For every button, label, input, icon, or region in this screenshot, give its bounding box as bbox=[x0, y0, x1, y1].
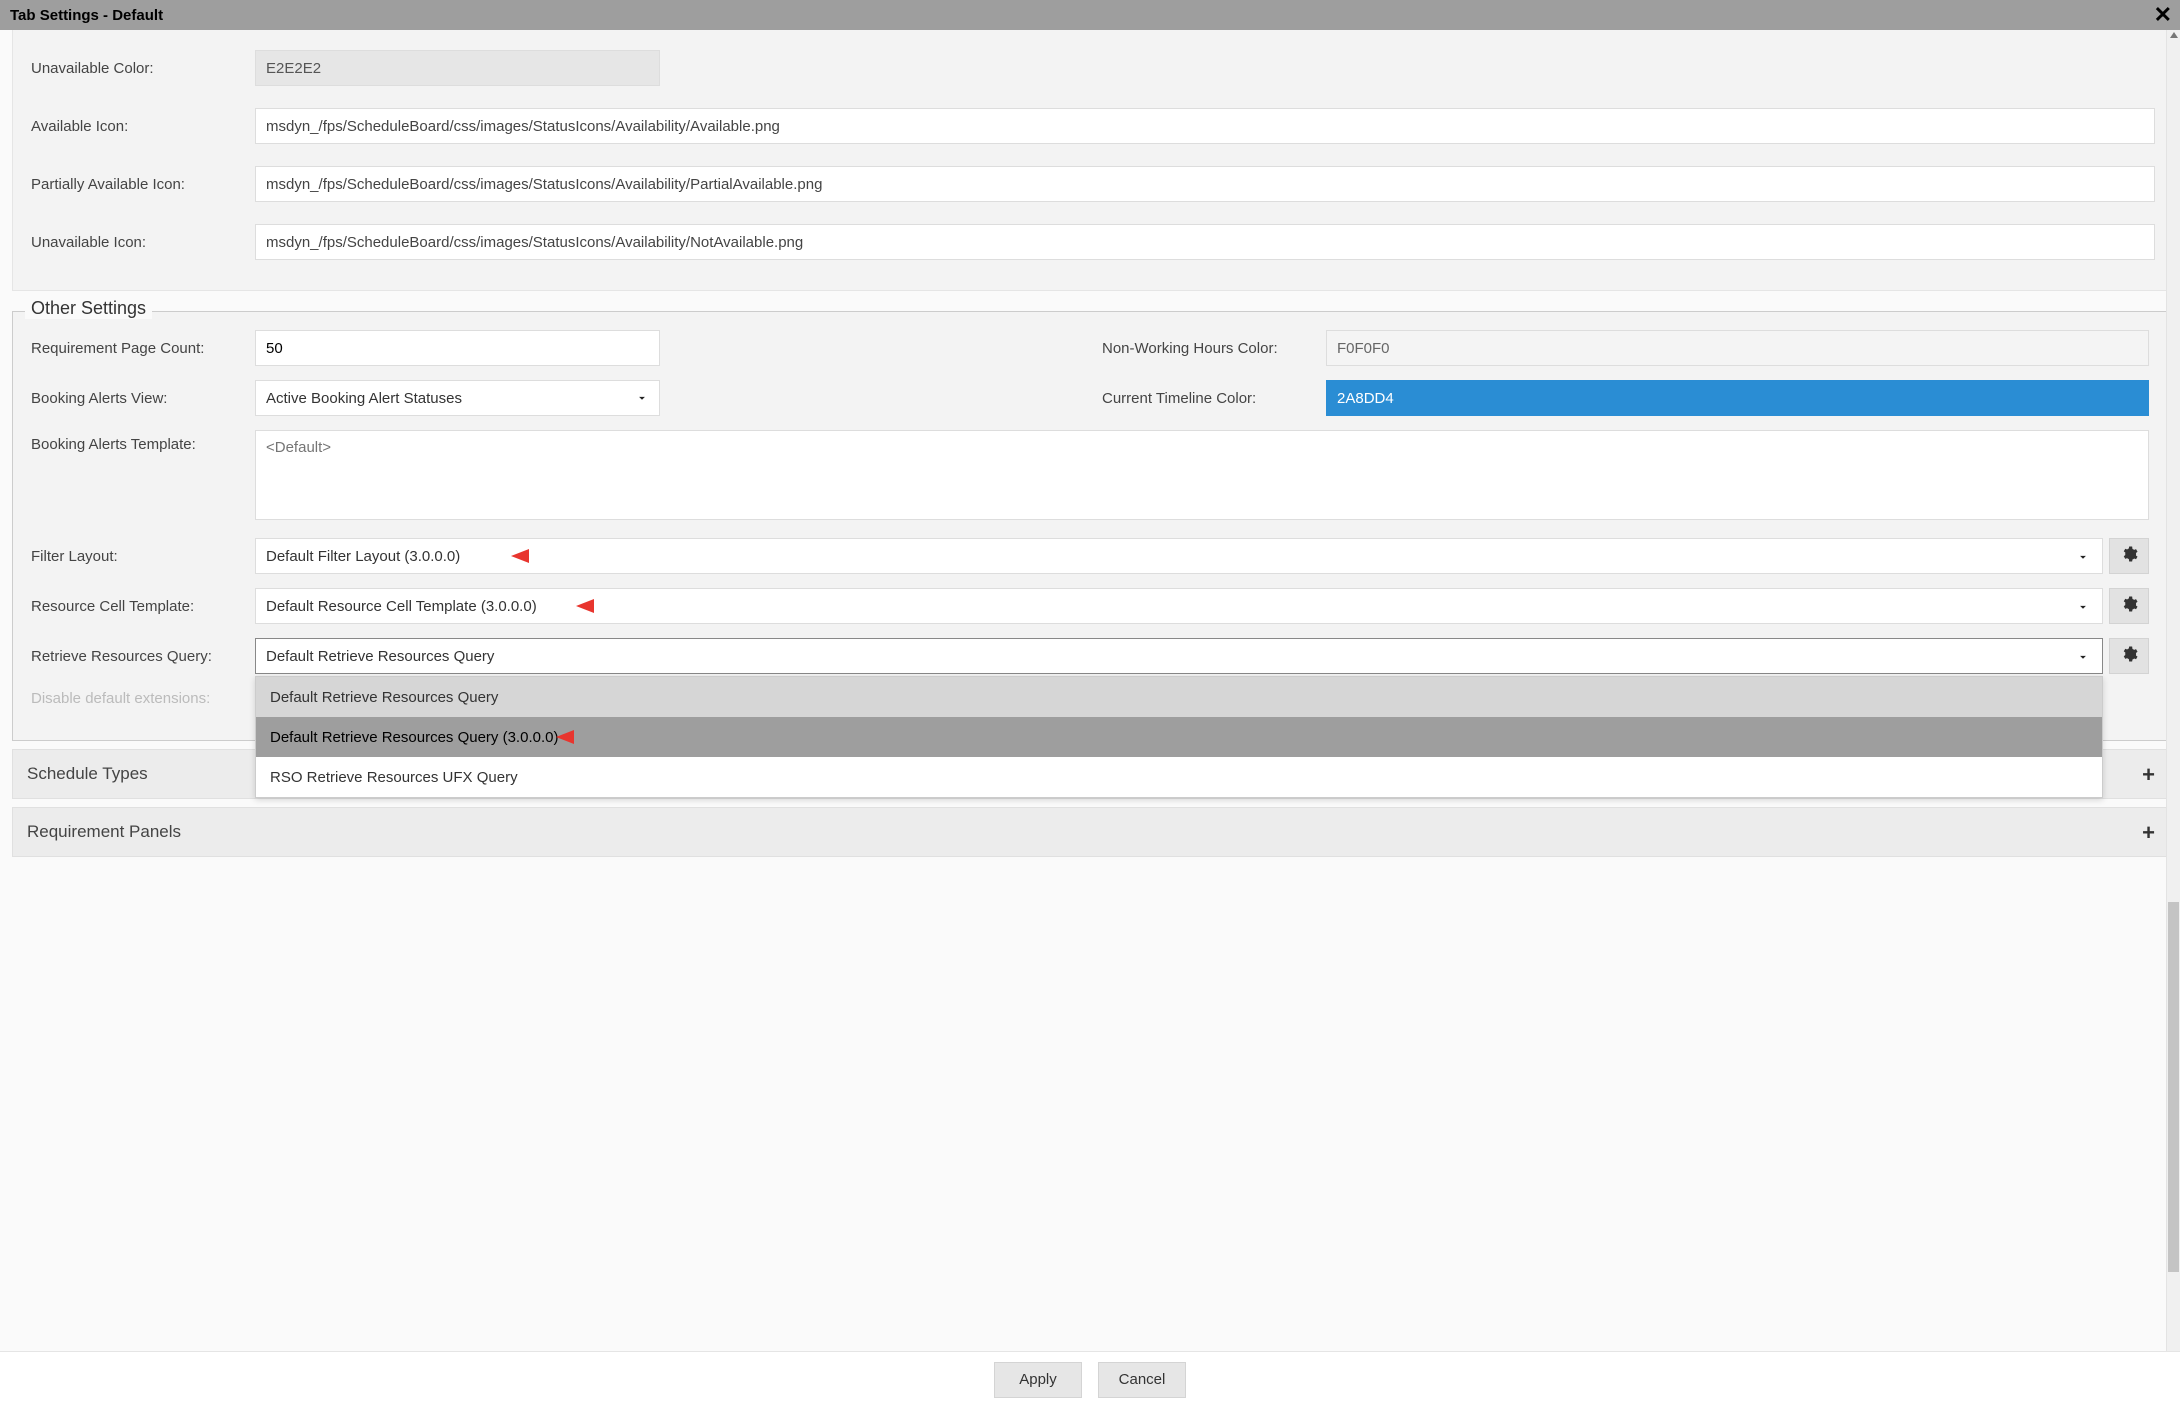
dialog-footer: Apply Cancel bbox=[0, 1351, 2180, 1407]
chevron-down-icon bbox=[2076, 650, 2090, 668]
label-available-icon: Available Icon: bbox=[31, 118, 255, 135]
label-disable-extensions: Disable default extensions: bbox=[31, 690, 255, 707]
swatch-timeline-color[interactable]: 2A8DD4 bbox=[1326, 380, 2149, 416]
row-partial-icon: Partially Available Icon: bbox=[31, 166, 2155, 202]
row-unavailable-icon: Unavailable Icon: bbox=[31, 224, 2155, 260]
section-title-requirement-panels: Requirement Panels bbox=[27, 822, 181, 842]
dropdown-retrieve-query-list: Default Retrieve Resources Query Default… bbox=[255, 676, 2103, 798]
dropdown-filter-layout[interactable]: Default Filter Layout (3.0.0.0) bbox=[255, 538, 2103, 574]
label-nonworking-color: Non-Working Hours Color: bbox=[1102, 340, 1326, 357]
dialog-content[interactable]: Unavailable Color: E2E2E2 Available Icon… bbox=[0, 30, 2180, 1351]
row-unavailable-color: Unavailable Color: E2E2E2 bbox=[31, 50, 2155, 86]
chevron-down-icon bbox=[2076, 550, 2090, 568]
row-timeline-color: Current Timeline Color: 2A8DD4 bbox=[1102, 380, 2149, 416]
section-header-requirement-panels[interactable]: Requirement Panels + bbox=[12, 807, 2168, 857]
label-booking-alerts-view: Booking Alerts View: bbox=[31, 390, 255, 407]
row-available-icon: Available Icon: bbox=[31, 108, 2155, 144]
input-req-page-count[interactable] bbox=[255, 330, 660, 366]
row-booking-alerts-view: Booking Alerts View: Active Booking Aler… bbox=[31, 380, 1078, 416]
plus-icon: + bbox=[2142, 820, 2155, 846]
row-filter-layout: Filter Layout: Default Filter Layout (3.… bbox=[31, 538, 2149, 574]
gear-icon bbox=[2120, 645, 2138, 667]
row-resource-cell: Resource Cell Template: Default Resource… bbox=[31, 588, 2149, 624]
input-available-icon[interactable] bbox=[255, 108, 2155, 144]
label-resource-cell: Resource Cell Template: bbox=[31, 598, 255, 615]
swatch-unavailable-color[interactable]: E2E2E2 bbox=[255, 50, 660, 86]
swatch-nonworking-color[interactable]: F0F0F0 bbox=[1326, 330, 2149, 366]
gear-button-resource-cell[interactable] bbox=[2109, 588, 2149, 624]
swatch-unavailable-color-value: E2E2E2 bbox=[266, 60, 321, 77]
row-nonworking-color: Non-Working Hours Color: F0F0F0 bbox=[1102, 330, 2149, 366]
label-filter-layout: Filter Layout: bbox=[31, 548, 255, 565]
gear-button-retrieve-query[interactable] bbox=[2109, 638, 2149, 674]
dropdown-resource-cell-value: Default Resource Cell Template (3.0.0.0) bbox=[266, 598, 537, 615]
other-settings-legend: Other Settings bbox=[25, 298, 152, 319]
scrollbar-thumb[interactable] bbox=[2168, 902, 2179, 1272]
input-unavailable-icon[interactable] bbox=[255, 224, 2155, 260]
row-retrieve-query: Retrieve Resources Query: Default Retrie… bbox=[31, 638, 2149, 674]
chevron-down-icon bbox=[635, 391, 649, 409]
label-timeline-color: Current Timeline Color: bbox=[1102, 390, 1326, 407]
dropdown-option-label: Default Retrieve Resources Query (3.0.0.… bbox=[270, 729, 558, 746]
tab-settings-dialog: Tab Settings - Default ✕ Unavailable Col… bbox=[0, 0, 2180, 1407]
dialog-title: Tab Settings - Default bbox=[10, 7, 163, 24]
textarea-booking-alerts-tpl[interactable] bbox=[255, 430, 2149, 520]
other-settings-fieldset: Other Settings Requirement Page Count: B… bbox=[12, 311, 2168, 741]
row-req-page-count: Requirement Page Count: bbox=[31, 330, 1078, 366]
gear-button-filter-layout[interactable] bbox=[2109, 538, 2149, 574]
swatch-nonworking-value: F0F0F0 bbox=[1337, 340, 1390, 357]
section-title-schedule-types: Schedule Types bbox=[27, 764, 148, 784]
apply-button[interactable]: Apply bbox=[994, 1362, 1082, 1398]
input-partial-icon[interactable] bbox=[255, 166, 2155, 202]
dropdown-booking-alerts-view[interactable]: Active Booking Alert Statuses bbox=[255, 380, 660, 416]
dialog-titlebar: Tab Settings - Default ✕ bbox=[0, 0, 2180, 30]
plus-icon: + bbox=[2142, 762, 2155, 788]
scroll-up-icon bbox=[2170, 32, 2178, 38]
dropdown-retrieve-query-value: Default Retrieve Resources Query bbox=[266, 648, 494, 665]
dropdown-filter-layout-value: Default Filter Layout (3.0.0.0) bbox=[266, 548, 460, 565]
close-icon[interactable]: ✕ bbox=[2154, 2, 2172, 28]
gear-icon bbox=[2120, 545, 2138, 567]
other-two-col: Requirement Page Count: Booking Alerts V… bbox=[31, 330, 2149, 430]
gear-icon bbox=[2120, 595, 2138, 617]
label-req-page-count: Requirement Page Count: bbox=[31, 340, 255, 357]
dropdown-option[interactable]: Default Retrieve Resources Query bbox=[256, 677, 2102, 717]
dropdown-option[interactable]: RSO Retrieve Resources UFX Query bbox=[256, 757, 2102, 797]
cancel-button[interactable]: Cancel bbox=[1098, 1362, 1186, 1398]
swatch-timeline-value: 2A8DD4 bbox=[1337, 390, 1394, 407]
label-booking-alerts-tpl: Booking Alerts Template: bbox=[31, 430, 255, 453]
label-partial-icon: Partially Available Icon: bbox=[31, 176, 255, 193]
annotation-arrow-icon bbox=[556, 725, 626, 749]
label-unavailable-color: Unavailable Color: bbox=[31, 60, 255, 77]
chevron-down-icon bbox=[2076, 600, 2090, 618]
scrollbar[interactable] bbox=[2166, 30, 2180, 1351]
dropdown-resource-cell[interactable]: Default Resource Cell Template (3.0.0.0) bbox=[255, 588, 2103, 624]
dropdown-option[interactable]: Default Retrieve Resources Query (3.0.0.… bbox=[256, 717, 2102, 757]
label-unavailable-icon: Unavailable Icon: bbox=[31, 234, 255, 251]
row-booking-alerts-tpl: Booking Alerts Template: bbox=[31, 430, 2149, 524]
dropdown-booking-alerts-view-value: Active Booking Alert Statuses bbox=[266, 390, 462, 407]
label-retrieve-query: Retrieve Resources Query: bbox=[31, 648, 255, 665]
top-section: Unavailable Color: E2E2E2 Available Icon… bbox=[12, 30, 2168, 291]
dropdown-retrieve-query[interactable]: Default Retrieve Resources Query bbox=[255, 638, 2103, 674]
